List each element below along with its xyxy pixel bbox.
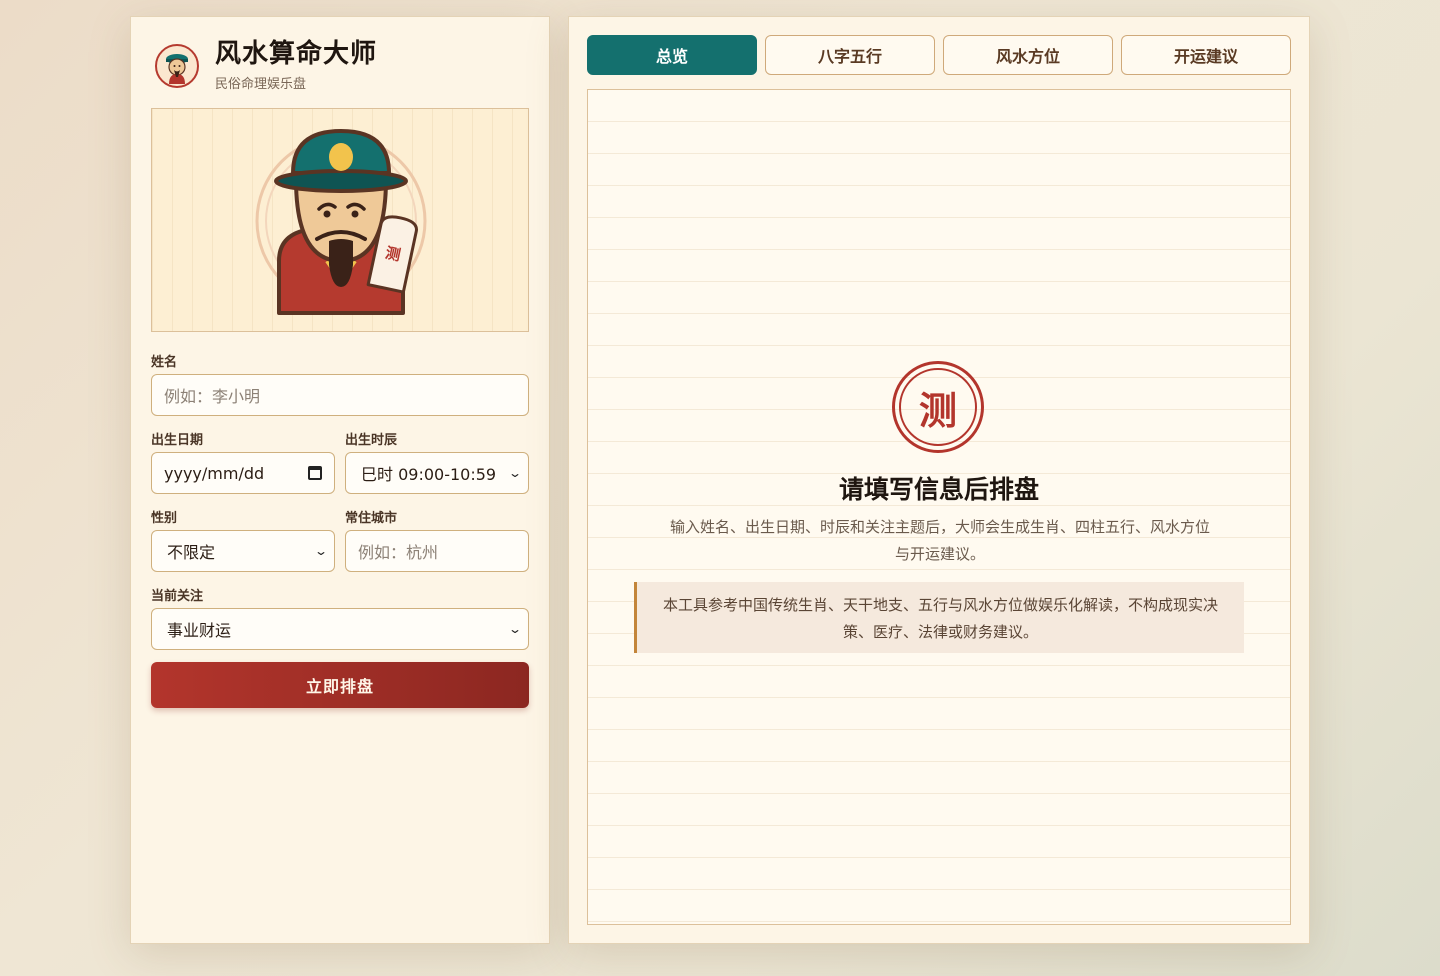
tab-bazi-wuxing[interactable]: 八字五行 <box>765 35 935 75</box>
birth-date-label: 出生日期 <box>151 433 204 448</box>
left-panel: 风水算命大师 民俗命理娱乐盘 测 姓名 例如：李小明 出生日期 yyyy/mm/… <box>130 16 550 944</box>
focus-value: 事业财运 <box>167 621 232 640</box>
empty-state-description: 输入姓名、出生日期、时辰和关注主题后，大师会生成生肖、四柱五行、风水方位与开运建… <box>669 518 1210 563</box>
disclaimer-notice: 本工具参考中国传统生肖、天干地支、五行与风水方位做娱乐化解读，不构成现实决策、医… <box>634 582 1244 653</box>
hero-illustration: 测 <box>151 108 529 332</box>
chevron-down-icon: ⌄ <box>507 466 523 480</box>
focus-label: 当前关注 <box>151 589 204 604</box>
calendar-icon[interactable] <box>308 466 322 480</box>
chevron-down-icon: ⌄ <box>507 622 523 636</box>
seal-icon: 测 <box>892 361 984 453</box>
city-label: 常住城市 <box>345 511 398 526</box>
birth-hour-label: 出生时辰 <box>345 433 398 448</box>
name-input[interactable]: 例如：李小明 <box>151 374 529 416</box>
app-title: 风水算命大师 <box>215 39 378 69</box>
gender-label: 性别 <box>151 511 178 526</box>
city-input[interactable]: 例如：杭州 <box>345 530 529 572</box>
app-subtitle: 民俗命理娱乐盘 <box>215 77 307 92</box>
birth-date-input[interactable]: yyyy/mm/dd <box>151 452 335 494</box>
chevron-down-icon: ⌄ <box>313 544 329 558</box>
tab-fengshui-direction[interactable]: 风水方位 <box>943 35 1113 75</box>
gender-select[interactable]: 不限定 ⌄ <box>151 530 335 572</box>
brand-header: 风水算命大师 民俗命理娱乐盘 <box>155 39 377 92</box>
birth-date-value: yyyy/mm/dd <box>164 463 265 483</box>
focus-select[interactable]: 事业财运 ⌄ <box>151 608 529 650</box>
empty-state-title: 请填写信息后排盘 <box>838 475 1039 504</box>
name-placeholder: 例如：李小明 <box>164 387 261 406</box>
city-placeholder: 例如：杭州 <box>358 543 439 562</box>
seal-text: 测 <box>899 368 977 446</box>
gender-value: 不限定 <box>167 543 216 562</box>
fortune-teller-avatar-icon <box>155 43 199 88</box>
right-panel: 总览 八字五行 风水方位 开运建议 测 请填写信息后排盘 输入姓名、出生日期、时… <box>568 16 1310 944</box>
birth-hour-value: 巳时 09:00-10:59 <box>361 465 497 484</box>
tab-luck-advice[interactable]: 开运建议 <box>1121 35 1291 75</box>
tab-overview[interactable]: 总览 <box>587 35 757 75</box>
submit-button[interactable]: 立即排盘 <box>151 662 529 708</box>
result-content-area: 测 请填写信息后排盘 输入姓名、出生日期、时辰和关注主题后，大师会生成生肖、四柱… <box>587 89 1291 925</box>
birth-hour-select[interactable]: 巳时 09:00-10:59 ⌄ <box>345 452 529 494</box>
name-label: 姓名 <box>151 355 178 370</box>
